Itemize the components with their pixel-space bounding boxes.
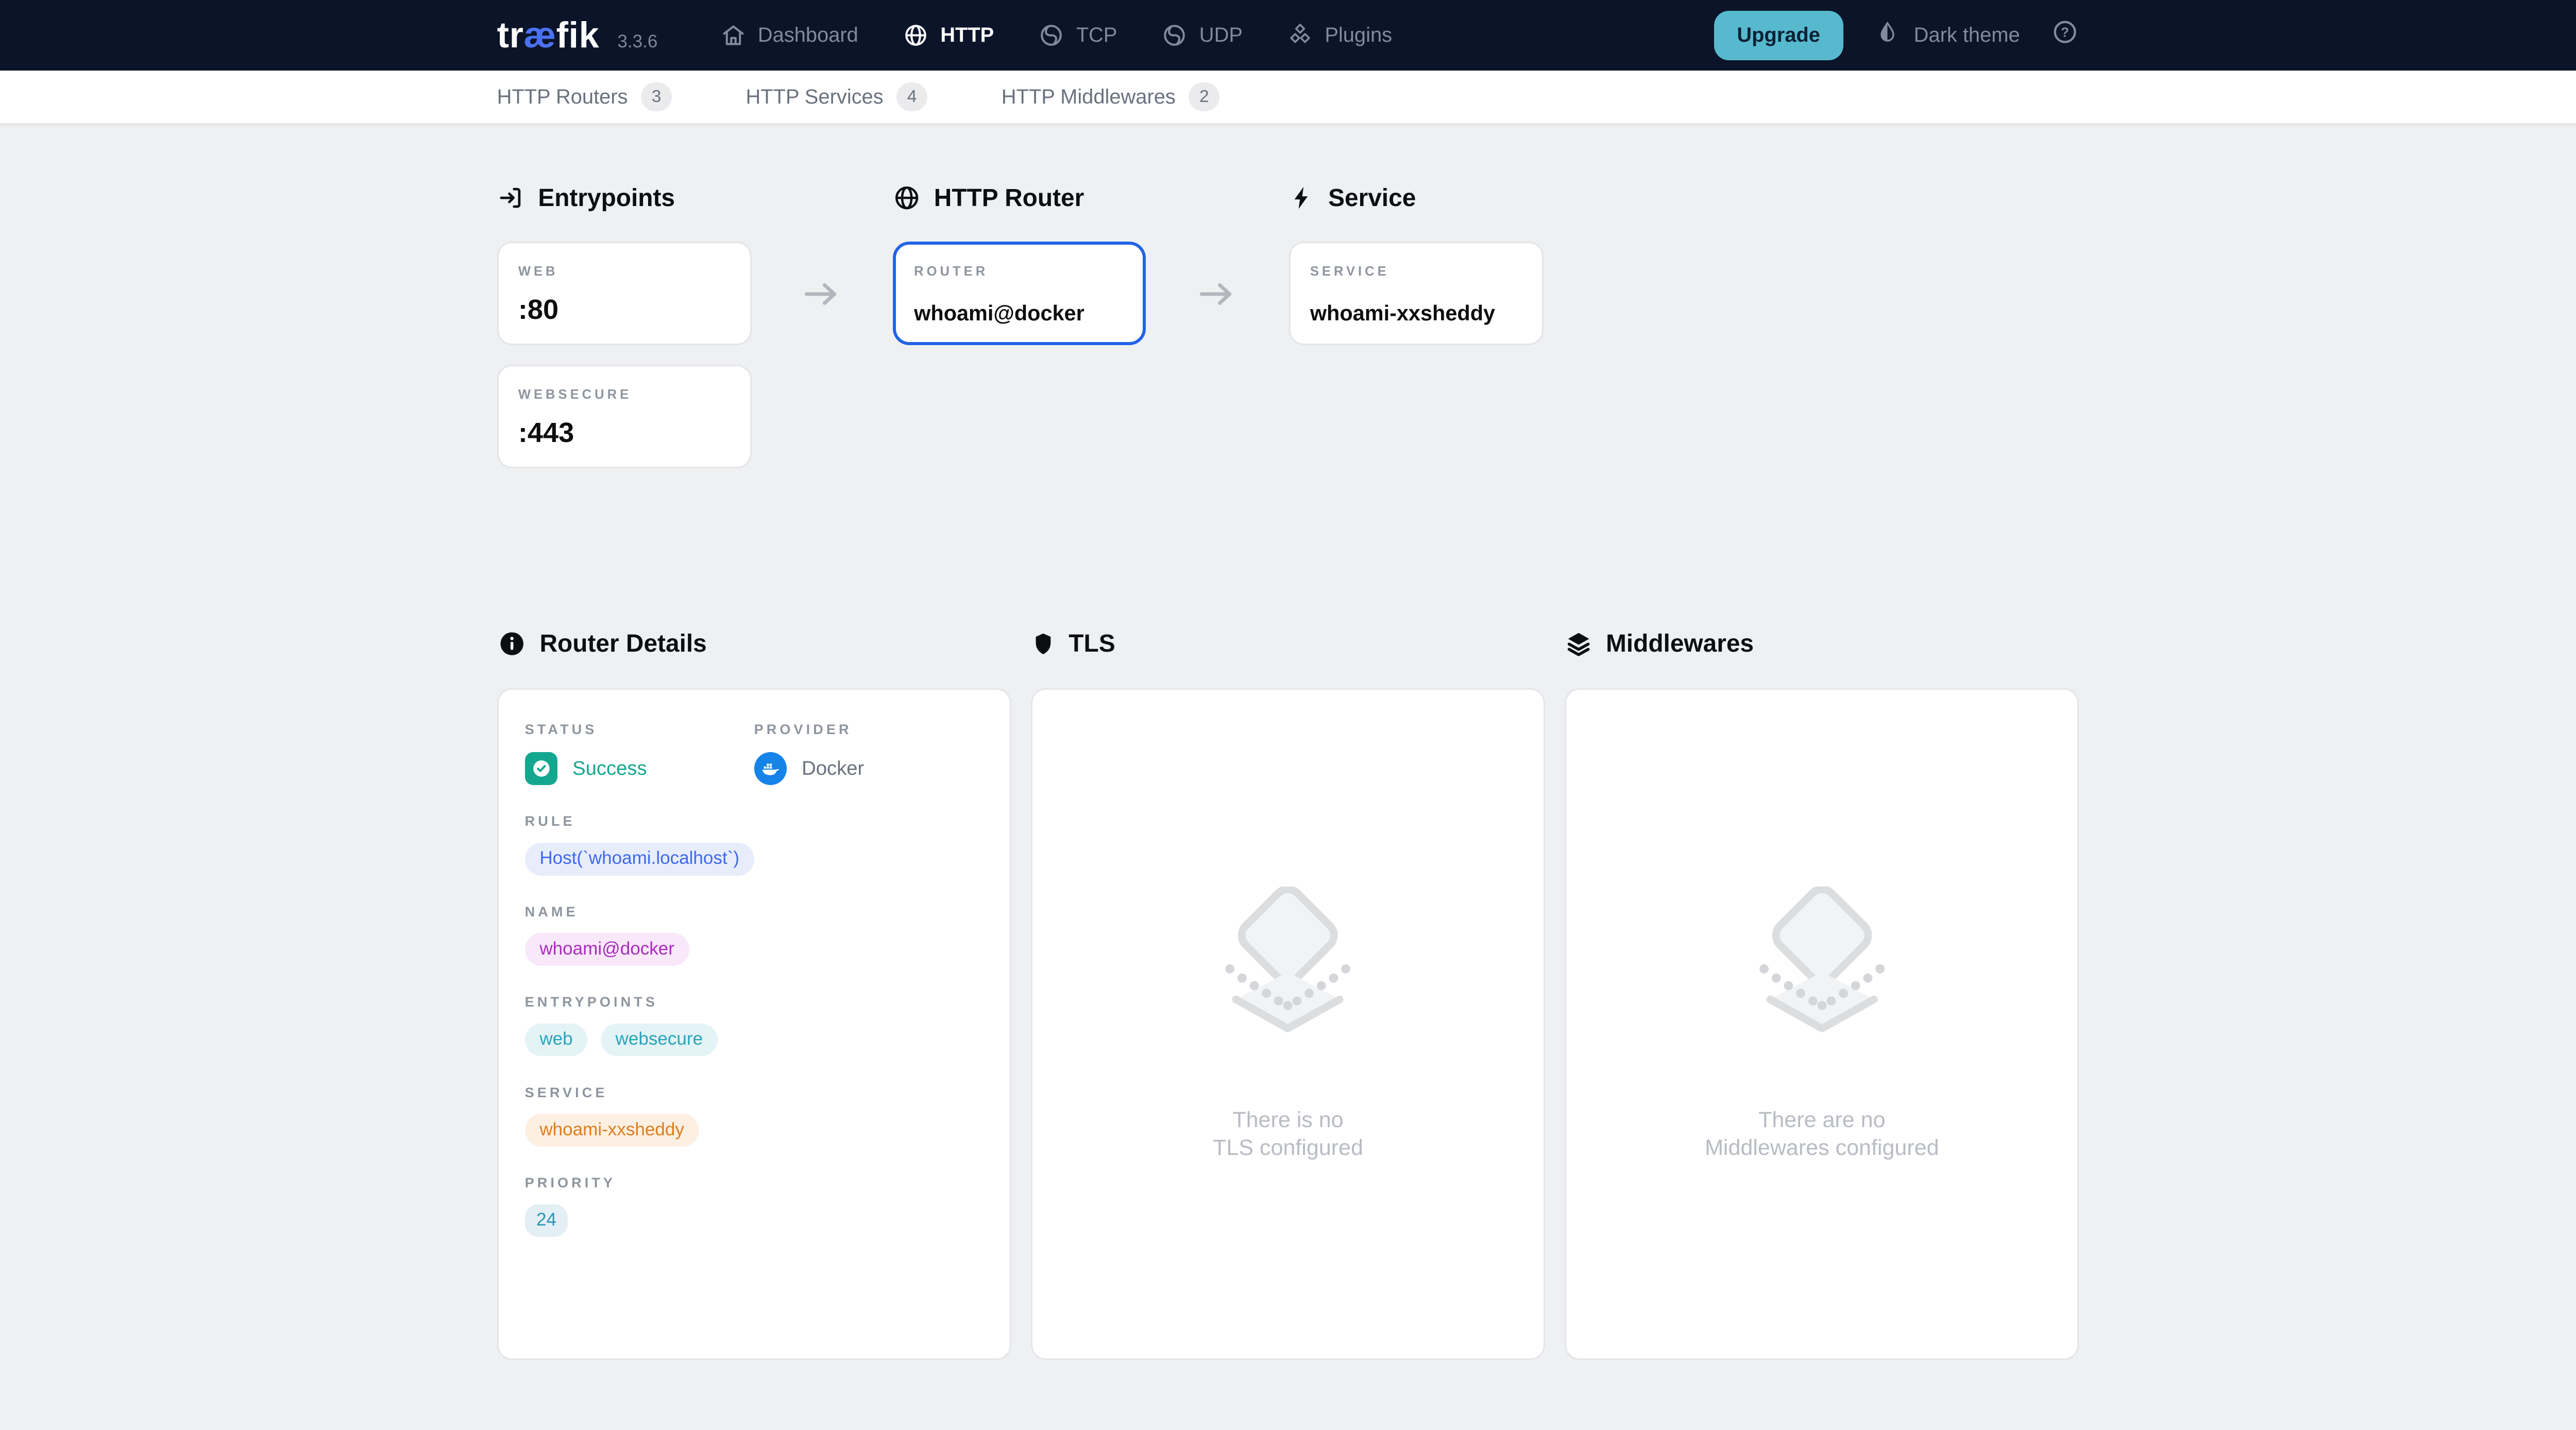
middlewares-count-badge: 2 bbox=[1189, 82, 1219, 111]
layers-empty-illustration bbox=[1196, 887, 1380, 1064]
entrypoint-badge-websecure: websecure bbox=[601, 1024, 718, 1057]
shield-icon bbox=[1031, 630, 1056, 658]
nav-item-http[interactable]: HTTP bbox=[903, 22, 994, 48]
entrypoint-websecure-port: :443 bbox=[518, 417, 731, 449]
provider-label: PROVIDER bbox=[754, 721, 984, 738]
home-icon bbox=[720, 22, 747, 48]
help-button[interactable]: ? bbox=[2051, 18, 2079, 52]
entrypoints-label: ENTRYPOINTS bbox=[525, 994, 984, 1010]
rule-label: RULE bbox=[525, 813, 984, 829]
droplet-contrast-icon bbox=[1874, 20, 1901, 51]
tab-http-middlewares[interactable]: HTTP Middlewares 2 bbox=[1002, 82, 1220, 111]
service-heading: Service bbox=[1289, 184, 1544, 212]
login-arrow-icon bbox=[497, 184, 525, 212]
globe-icon bbox=[903, 22, 929, 48]
main-nav: Dashboard HTTP TCP bbox=[720, 22, 1392, 48]
router-detail-main: Entrypoints WEB :80 WEBSECURE :443 bbox=[0, 125, 2576, 1360]
router-name: whoami@docker bbox=[914, 301, 1125, 326]
middlewares-panel: There are no Middlewares configured bbox=[1565, 688, 2079, 1360]
pipeline-arrow bbox=[1146, 184, 1289, 488]
logo-text: træfik bbox=[497, 17, 600, 53]
tls-heading: TLS bbox=[1031, 629, 1545, 658]
priority-badge: 24 bbox=[525, 1204, 568, 1237]
services-count-badge: 4 bbox=[896, 82, 927, 111]
provider-value: Docker bbox=[802, 757, 864, 780]
router-details-heading: Router Details bbox=[497, 629, 1011, 658]
priority-label: PRIORITY bbox=[525, 1174, 984, 1191]
routing-pipeline: Entrypoints WEB :80 WEBSECURE :443 bbox=[497, 184, 2079, 488]
upgrade-button[interactable]: Upgrade bbox=[1714, 11, 1843, 60]
name-label: NAME bbox=[525, 904, 984, 920]
rule-badge: Host(`whoami.localhost`) bbox=[525, 843, 754, 876]
success-check-icon bbox=[525, 752, 558, 785]
protocol-ball-icon bbox=[1038, 22, 1064, 48]
dark-theme-label: Dark theme bbox=[1914, 24, 2020, 47]
version-label: 3.3.6 bbox=[617, 31, 657, 52]
status-value: Success bbox=[572, 757, 647, 780]
middlewares-empty-message: There are no Middlewares configured bbox=[1705, 1106, 1939, 1162]
middlewares-heading: Middlewares bbox=[1565, 629, 2079, 658]
tls-panel: There is no TLS configured bbox=[1031, 688, 1545, 1360]
http-subnav: HTTP Routers 3 HTTP Services 4 HTTP Midd… bbox=[0, 71, 2576, 125]
layers-empty-illustration bbox=[1730, 887, 1914, 1064]
docker-icon bbox=[754, 752, 787, 785]
pipeline-arrow bbox=[752, 184, 893, 488]
service-label: SERVICE bbox=[525, 1084, 984, 1101]
service-badge: whoami-xxsheddy bbox=[525, 1114, 699, 1147]
top-navbar: træfik 3.3.6 Dashboard bbox=[0, 0, 2576, 71]
http-router-heading: HTTP Router bbox=[893, 184, 1146, 212]
status-label: STATUS bbox=[525, 721, 754, 738]
layers-icon bbox=[1565, 630, 1592, 658]
globe-icon bbox=[893, 184, 921, 212]
router-card: ROUTER whoami@docker bbox=[893, 242, 1146, 345]
entrypoint-web-port: :80 bbox=[518, 294, 731, 326]
tls-empty-message: There is no TLS configured bbox=[1213, 1106, 1363, 1162]
tab-http-routers[interactable]: HTTP Routers 3 bbox=[497, 82, 672, 111]
nav-item-plugins[interactable]: Plugins bbox=[1287, 22, 1392, 48]
navbar-actions: Upgrade Dark theme bbox=[1714, 11, 2079, 60]
traefik-logo[interactable]: træfik 3.3.6 bbox=[497, 17, 658, 53]
svg-text:?: ? bbox=[2061, 25, 2069, 40]
entrypoint-card-web: WEB :80 bbox=[497, 242, 752, 345]
question-circle-icon: ? bbox=[2051, 18, 2079, 52]
service-name: whoami-xxsheddy bbox=[1310, 301, 1522, 326]
service-card[interactable]: SERVICE whoami-xxsheddy bbox=[1289, 242, 1544, 345]
lightning-bolt-icon bbox=[1289, 184, 1315, 212]
entrypoints-heading: Entrypoints bbox=[497, 184, 752, 212]
router-name-badge: whoami@docker bbox=[525, 933, 689, 966]
protocol-ball-icon bbox=[1161, 22, 1188, 48]
dark-theme-toggle[interactable]: Dark theme bbox=[1874, 20, 2020, 51]
tab-http-services[interactable]: HTTP Services 4 bbox=[746, 82, 928, 111]
router-details-panel: STATUS Success bbox=[497, 688, 1011, 1360]
nav-item-udp[interactable]: UDP bbox=[1161, 22, 1242, 48]
traefik-dashboard-page: træfik 3.3.6 Dashboard bbox=[0, 0, 2576, 1419]
nav-item-tcp[interactable]: TCP bbox=[1038, 22, 1117, 48]
entrypoint-badge-web: web bbox=[525, 1024, 588, 1057]
entrypoint-card-websecure: WEBSECURE :443 bbox=[497, 365, 752, 468]
nav-item-dashboard[interactable]: Dashboard bbox=[720, 22, 858, 48]
cubes-icon bbox=[1287, 22, 1313, 48]
routers-count-badge: 3 bbox=[641, 82, 672, 111]
info-circle-icon bbox=[497, 629, 527, 658]
